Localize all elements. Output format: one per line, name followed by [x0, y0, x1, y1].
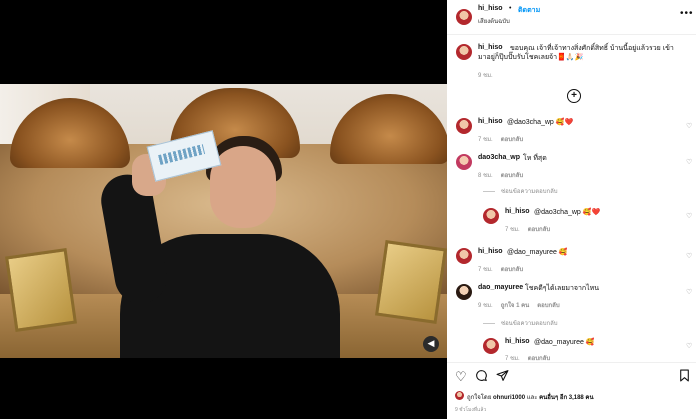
sofa-carved-crest: [330, 94, 447, 164]
reply-meta: 7 ชม. ตอบกลับ: [505, 227, 551, 233]
comment-like-heart-icon[interactable]: ♡: [686, 288, 692, 296]
heart-icon[interactable]: ♡: [455, 369, 467, 385]
person-face: [210, 146, 276, 228]
avatar[interactable]: [456, 154, 472, 170]
bookmark-icon[interactable]: [679, 369, 690, 385]
others-liked[interactable]: คนอื่นๆ อีก 3,188 คน: [539, 395, 593, 401]
send-icon[interactable]: [496, 369, 509, 385]
comment-username[interactable]: hi_hiso: [478, 248, 503, 255]
comment-icon[interactable]: [475, 369, 488, 385]
more-horizontal-icon[interactable]: •••: [680, 8, 694, 19]
comment-meta: 7 ชม. ตอบกลับ: [478, 267, 524, 273]
plus-circle-icon[interactable]: +: [567, 89, 581, 103]
comment-username[interactable]: dao3cha_wp: [478, 154, 520, 161]
gold-pillow: [5, 248, 77, 332]
reply-username[interactable]: hi_hiso: [505, 208, 530, 215]
post-header: hi_hiso • ติดตาม เสียงต้นฉบับ •••: [447, 0, 696, 35]
reply-button[interactable]: ตอบกลับ: [501, 267, 523, 273]
avatar[interactable]: [456, 284, 472, 300]
post-sidebar: hi_hiso • ติดตาม เสียงต้นฉบับ ••• hi_his…: [447, 0, 696, 419]
comment-username[interactable]: dao_mayuree: [478, 284, 523, 291]
reply-text: @dao_mayuree 🥰: [534, 339, 595, 346]
header-username[interactable]: hi_hiso: [478, 5, 503, 12]
comment-like-heart-icon[interactable]: ♡: [686, 122, 692, 130]
comment-likes[interactable]: ถูกใจ 1 คน: [501, 303, 530, 309]
reply-button[interactable]: ตอบกลับ: [501, 173, 523, 179]
liker-avatar[interactable]: [455, 391, 464, 400]
avatar[interactable]: [456, 118, 472, 134]
avatar[interactable]: [456, 44, 472, 60]
likes-summary[interactable]: ถูกใจโดย ohnuri1000 และ คนอื่นๆ อีก 3,18…: [467, 392, 594, 402]
reply-button[interactable]: ตอบกลับ: [501, 137, 523, 143]
comment-text: โชคดีๆได้เลยมาจากไหน: [525, 285, 600, 292]
gold-pillow: [375, 240, 447, 324]
reply-text: @dao3cha_wp 🥰❤️: [534, 209, 601, 216]
audio-label[interactable]: เสียงต้นฉบับ: [478, 16, 510, 26]
comment-meta: 7 ชม. ตอบกลับ: [478, 137, 524, 143]
comment-like-heart-icon[interactable]: ♡: [686, 252, 692, 260]
video-frame[interactable]: [0, 84, 447, 358]
volume-icon[interactable]: ◀︎: [423, 336, 439, 352]
post-timestamp: 9 ชั่วโมงที่แล้ว: [455, 407, 487, 413]
comment-text: @dao3cha_wp 🥰❤️: [507, 119, 574, 126]
comment-text: โห ที่สุด: [523, 155, 547, 162]
avatar[interactable]: [456, 9, 472, 25]
comment-text: @dao_mayuree 🥰: [507, 249, 568, 256]
reply-button[interactable]: ตอบกลับ: [528, 227, 550, 233]
caption-text: ขอบคุณ เจ้าที่เจ้าทางสิ่งศักดิ์สิทธิ์ บ้…: [478, 45, 674, 61]
action-bar: ♡ ถูกใจโดย ohnuri1000 และ คนอื่นๆ อีก 3,…: [447, 362, 696, 420]
comment-username[interactable]: hi_hiso: [478, 118, 503, 125]
comment-like-heart-icon[interactable]: ♡: [686, 342, 692, 350]
hide-replies-button[interactable]: ซ่อนข้อความตอบกลับ: [483, 318, 558, 328]
hide-replies-button[interactable]: ซ่อนข้อความตอบกลับ: [483, 186, 558, 196]
avatar[interactable]: [483, 208, 499, 224]
comment-meta: 9 ชม. ถูกใจ 1 คน ตอบกลับ: [478, 303, 560, 309]
reply-button[interactable]: ตอบกลับ: [537, 303, 559, 309]
caption-time: 9 ชม.: [478, 73, 493, 79]
liker-username[interactable]: ohnuri1000: [493, 395, 525, 401]
comment-like-heart-icon[interactable]: ♡: [686, 158, 692, 166]
comment-like-heart-icon[interactable]: ♡: [686, 212, 692, 220]
avatar[interactable]: [456, 248, 472, 264]
post-video[interactable]: ◀︎: [0, 0, 447, 419]
reply-username[interactable]: hi_hiso: [505, 338, 530, 345]
avatar[interactable]: [483, 338, 499, 354]
comment-meta: 8 ชม. ตอบกลับ: [478, 173, 524, 179]
follow-button[interactable]: ติดตาม: [518, 5, 540, 16]
